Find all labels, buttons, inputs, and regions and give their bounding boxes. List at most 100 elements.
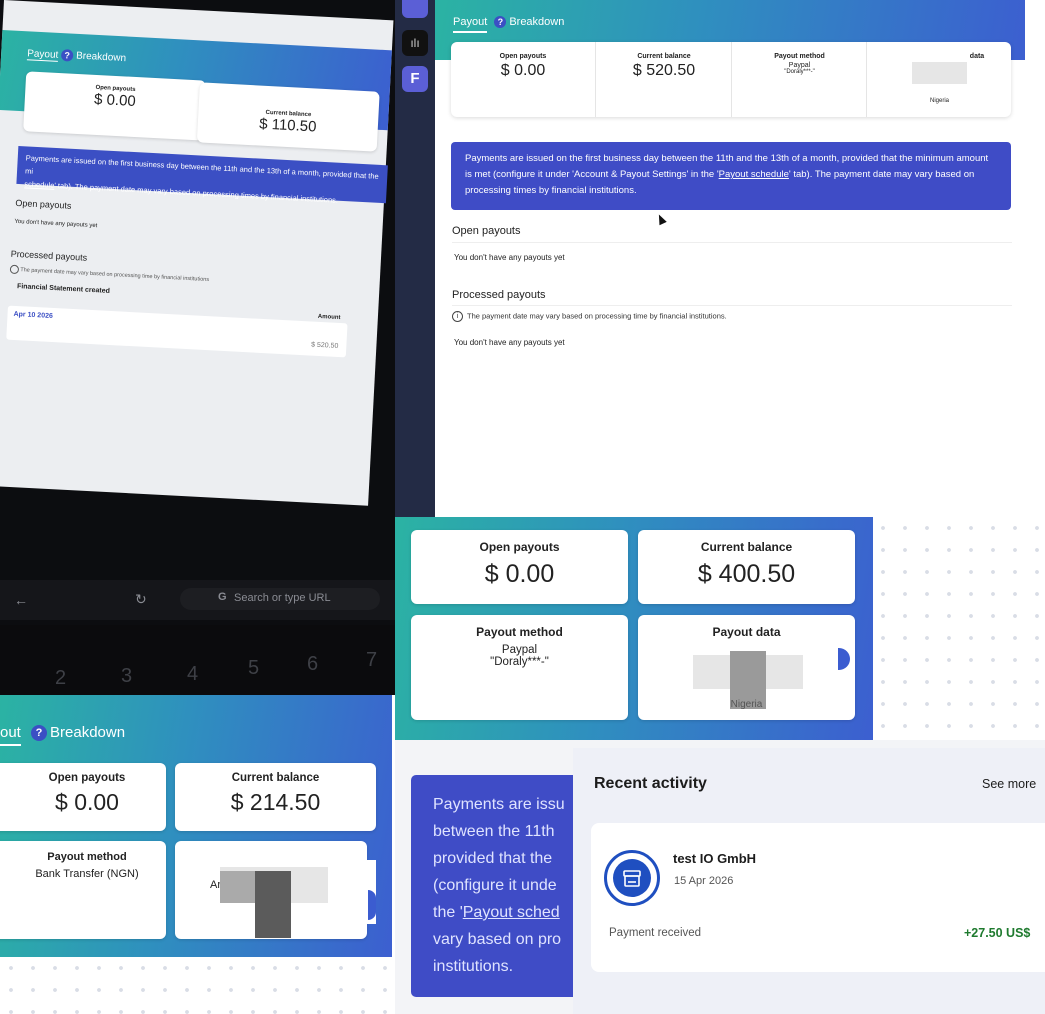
bl-card-current-balance: Current balance $ 214.50	[175, 763, 376, 831]
key: 6	[307, 653, 319, 675]
card-value: $ 520.50	[632, 62, 696, 79]
tab-breakdown[interactable]: Breakdown	[76, 50, 127, 64]
card-value: $ 0.00	[55, 789, 119, 815]
photo-screen: Payout ? Breakdown Open payouts $ 0.00 Cu…	[0, 0, 394, 506]
google-icon: G	[218, 591, 227, 603]
tab-payout[interactable]: Payout	[453, 16, 488, 33]
summary-card: Open payouts $ 0.00 Current balance $ 52…	[451, 42, 1011, 117]
screenshot-top-right: ılı F Payout ? Breakdown Open payouts $ 0…	[395, 0, 1045, 517]
photo-laptop: Payout ? Breakdown Open payouts $ 0.00 Cu…	[0, 0, 395, 695]
recent-activity-panel: Recent activity See more test IO GmbH 15…	[573, 748, 1045, 1014]
card-label: Payout data	[712, 625, 781, 639]
waveform-icon[interactable]: ılı	[402, 30, 428, 56]
summary-payout-method: Payout method Paypal "Doraly***-"	[731, 42, 867, 117]
notice-box-large: Payments are issu between the 11th provi…	[411, 775, 591, 997]
card-value: $ 0.00	[500, 62, 546, 79]
carousel-next-icon[interactable]	[368, 890, 376, 920]
payout-schedule-link[interactable]: Payout sched	[463, 904, 560, 921]
tab-payout[interactable]: out	[0, 724, 21, 746]
tab-breakdown[interactable]: Breakdown	[509, 16, 564, 28]
info-icon	[9, 264, 20, 275]
help-icon: ?	[31, 725, 48, 742]
photo-card-open: Open payouts $ 0.00	[23, 71, 207, 141]
redacted-block	[220, 871, 255, 903]
photo-processed-heading: Processed payouts	[10, 248, 88, 263]
tab-breakdown[interactable]: Breakdown	[50, 724, 125, 741]
notice-box: Payments are issued on the first busines…	[451, 142, 1011, 210]
activity-date: 15 Apr 2026	[674, 875, 734, 887]
url-bar[interactable]: G Search or type URL	[180, 588, 380, 610]
dotted-bg-bottom	[0, 957, 392, 1014]
summary-open-payouts: Open payouts $ 0.00	[451, 42, 595, 117]
card-value: $ 214.50	[230, 789, 321, 815]
mid-card-current-balance: Current balance $ 400.50	[638, 530, 855, 604]
url-placeholder: Search or type URL	[234, 592, 331, 604]
activity-amount: +27.50 US$	[964, 926, 1031, 940]
bl-card-open-payouts: Open payouts $ 0.00	[0, 763, 166, 831]
app-icon[interactable]	[402, 0, 428, 18]
mid-card-payout-data: Payout data Nigeria	[638, 615, 855, 720]
card-sub: "Doraly***-"	[784, 69, 815, 75]
card-label: Open payouts	[48, 772, 126, 784]
photo-browser-bar: ← ↻ G Search or type URL	[0, 580, 395, 620]
card-value: Paypal	[501, 644, 538, 656]
open-payouts-heading: Open payouts	[452, 225, 521, 237]
dotted-bg-right	[872, 517, 1045, 747]
card-label: Open payouts	[479, 540, 560, 554]
card-label: Current balance	[231, 772, 320, 784]
redacted-block	[912, 62, 967, 84]
key: 2	[55, 667, 67, 689]
photo-statement-label: Financial Statement created	[16, 283, 111, 295]
card-value: $ 400.50	[697, 560, 796, 588]
card-label: Payout method	[774, 53, 825, 60]
tab-payout[interactable]: Payout	[26, 47, 59, 62]
see-more-link[interactable]: See more	[982, 777, 1036, 791]
redacted-block	[255, 871, 291, 938]
mid-card-open-payouts: Open payouts $ 0.00	[411, 530, 628, 604]
card-label: Current balance	[637, 53, 691, 60]
mid-card-payout-method: Payout method Paypal "Doraly***-"	[411, 615, 628, 720]
processed-empty: You don't have any payouts yet	[454, 338, 565, 347]
card-label: Current balance	[700, 540, 793, 554]
help-icon: ?	[60, 49, 74, 62]
info-icon: i	[452, 311, 463, 322]
row-date: Apr 10 2026	[13, 310, 53, 320]
card-sub: "Doraly***-"	[490, 656, 549, 668]
summary-current-balance: Current balance $ 520.50	[595, 42, 732, 117]
processed-info: i The payment date may vary based on proc…	[452, 311, 727, 322]
card-value: Bank Transfer (NGN)	[35, 868, 139, 880]
photo-keyboard: 2 3 4 5 6 7	[0, 625, 395, 695]
photo-card-balance: Current balance $ 110.50	[196, 82, 380, 152]
payout-schedule-link[interactable]: Payout schedule	[719, 169, 789, 180]
card-label: Payout method	[476, 625, 563, 639]
card-value: Nigeria	[730, 699, 763, 710]
bl-card-payout-method: Payout method Bank Transfer (NGN)	[0, 841, 166, 939]
photo-notice: Payments are issued on the first busines…	[16, 145, 388, 205]
activity-status: Payment received	[609, 927, 702, 939]
sidebar-letter-icon[interactable]: F	[402, 66, 428, 92]
right-gutter	[1025, 0, 1045, 517]
payout-schedule-link[interactable]: schedule	[24, 179, 54, 190]
processed-heading: Processed payouts	[452, 289, 546, 301]
key: 3	[121, 665, 133, 687]
card-label: data	[969, 53, 985, 60]
card-value: Nigeria	[929, 98, 949, 104]
cursor-icon	[655, 212, 667, 226]
card-value: $ 0.00	[484, 560, 555, 588]
card-label: Payout method	[47, 851, 127, 863]
help-icon: ?	[494, 16, 507, 29]
store-icon	[604, 850, 660, 906]
reload-icon: ↻	[135, 591, 147, 607]
photo-open-empty: You don't have any payouts yet	[14, 218, 98, 230]
card-value: Paypal	[788, 62, 811, 69]
key: 4	[187, 663, 199, 685]
photo-processed-info: The payment date may vary based on proce…	[9, 264, 210, 284]
content-area: Payout ? Breakdown Open payouts $ 0.00 Cu…	[435, 0, 1025, 517]
card-label: Open payouts	[499, 53, 547, 60]
photo-table-row: Apr 10 2026 $ 520.50	[6, 305, 348, 358]
recent-activity-title: Recent activity	[594, 775, 707, 792]
activity-card[interactable]: test IO GmbH 15 Apr 2026 Payment receive…	[591, 823, 1045, 972]
open-payouts-empty: You don't have any payouts yet	[454, 253, 565, 262]
summary-payout-data: data Nigeria	[866, 42, 1012, 117]
row-amount: $ 520.50	[310, 341, 339, 350]
